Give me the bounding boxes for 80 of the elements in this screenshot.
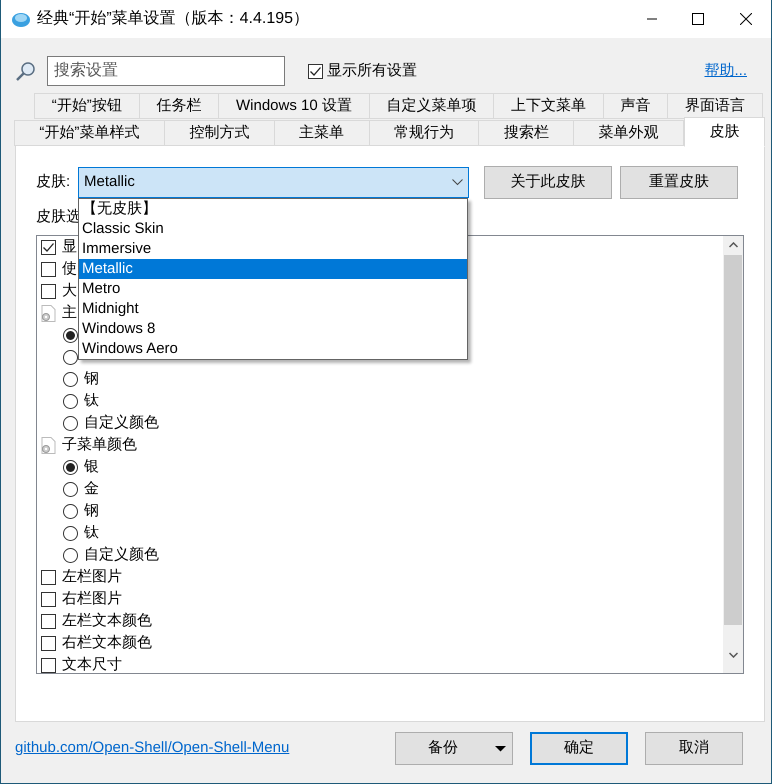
close-icon — [740, 13, 752, 25]
dropdown-arrow-icon — [495, 746, 506, 752]
option-label: 大 — [62, 281, 77, 302]
checkbox[interactable] — [41, 570, 56, 585]
skin-label: 皮肤: — [36, 172, 72, 192]
tab[interactable]: Windows 10 设置 — [218, 93, 370, 119]
maximize-icon — [692, 13, 704, 25]
help-link[interactable]: 帮助... — [704, 60, 747, 82]
option-label: 自定义颜色 — [84, 413, 159, 434]
tab[interactable]: 任务栏 — [138, 93, 220, 119]
checkbox[interactable] — [41, 240, 56, 255]
github-link[interactable]: github.com/Open-Shell/Open-Shell-Menu — [15, 737, 290, 760]
option-label: 左栏文本颜色 — [62, 611, 152, 632]
cancel-button[interactable]: 取消 — [645, 732, 743, 765]
dropdown-item[interactable]: Windows Aero — [79, 339, 467, 359]
show-all-checkbox[interactable]: 显示所有设置 — [308, 60, 417, 82]
skin-combo-box[interactable]: Metallic — [78, 167, 469, 198]
dropdown-item[interactable]: Immersive — [79, 239, 467, 259]
dropdown-item[interactable]: Metro — [79, 279, 467, 299]
option-label: 显 — [62, 237, 77, 258]
search-field[interactable]: 搜索设置 — [47, 56, 285, 86]
group-label: 子菜单颜色 — [62, 435, 137, 456]
option-label: 右栏图片 — [62, 589, 122, 610]
option-label: 左栏图片 — [62, 567, 122, 588]
dropdown-item[interactable]: Classic Skin — [79, 219, 467, 239]
radio-button[interactable] — [63, 328, 78, 343]
ok-button[interactable]: 确定 — [530, 732, 628, 765]
radio-button[interactable] — [63, 350, 78, 365]
checkmark-icon — [43, 243, 54, 252]
tab[interactable]: “开始”菜单样式 — [14, 120, 165, 146]
group-label: 主 — [62, 303, 77, 324]
radio-button[interactable] — [63, 526, 78, 541]
about-skin-button[interactable]: 关于此皮肤 — [484, 166, 612, 199]
tab[interactable]: 界面语言 — [667, 93, 764, 119]
chevron-down-icon — [452, 179, 463, 186]
dropdown-item[interactable]: Metallic — [79, 259, 467, 279]
checkbox[interactable] — [41, 284, 56, 299]
option-label: 钛 — [84, 391, 99, 412]
tab[interactable]: 菜单外观 — [573, 120, 684, 146]
option-label: 自定义颜色 — [84, 545, 159, 566]
option-label: 使 — [62, 259, 77, 280]
tab[interactable]: 自定义菜单项 — [368, 93, 494, 119]
checkmark-icon — [310, 66, 321, 76]
dropdown-item[interactable]: Windows 8 — [79, 319, 467, 339]
checkbox[interactable] — [41, 592, 56, 607]
radio-button[interactable] — [63, 394, 78, 409]
radio-button[interactable] — [63, 548, 78, 563]
radio-button[interactable] — [63, 460, 78, 475]
tab[interactable]: 皮肤 — [684, 117, 766, 147]
option-label: 右栏文本颜色 — [62, 633, 152, 654]
radio-button[interactable] — [63, 416, 78, 431]
tab[interactable]: “开始”按钮 — [34, 93, 140, 119]
window-title: 经典“开始”菜单设置（版本：4.4.195） — [37, 8, 310, 29]
reset-skin-button[interactable]: 重置皮肤 — [620, 166, 738, 199]
checkbox[interactable] — [41, 262, 56, 277]
option-label: 钢 — [84, 501, 99, 522]
option-label: 文本尺寸 — [62, 655, 122, 672]
option-label: 金 — [84, 479, 99, 500]
option-label: 银 — [84, 457, 99, 478]
checkbox[interactable] — [41, 614, 56, 629]
settings-page-icon — [41, 437, 56, 454]
tab[interactable]: 声音 — [602, 93, 668, 119]
search-icon — [15, 60, 37, 82]
scroll-up-icon[interactable] — [728, 242, 738, 248]
option-label: 钢 — [84, 369, 99, 390]
scroll-down-icon[interactable] — [728, 652, 738, 658]
radio-button[interactable] — [63, 504, 78, 519]
radio-button[interactable] — [63, 372, 78, 387]
scroll-thumb[interactable] — [724, 254, 742, 624]
option-label: 钛 — [84, 523, 99, 544]
radio-button[interactable] — [63, 482, 78, 497]
scrollbar[interactable] — [723, 236, 743, 672]
settings-page-icon — [41, 305, 56, 322]
dropdown-item[interactable]: Midnight — [79, 299, 467, 319]
tab[interactable]: 上下文菜单 — [493, 93, 604, 119]
checkbox[interactable] — [41, 636, 56, 651]
checkbox[interactable] — [41, 658, 56, 672]
dropdown-item[interactable]: 【无皮肤】 — [79, 199, 467, 219]
shell-icon — [11, 10, 31, 28]
backup-split-button[interactable]: 备份 — [395, 732, 513, 765]
